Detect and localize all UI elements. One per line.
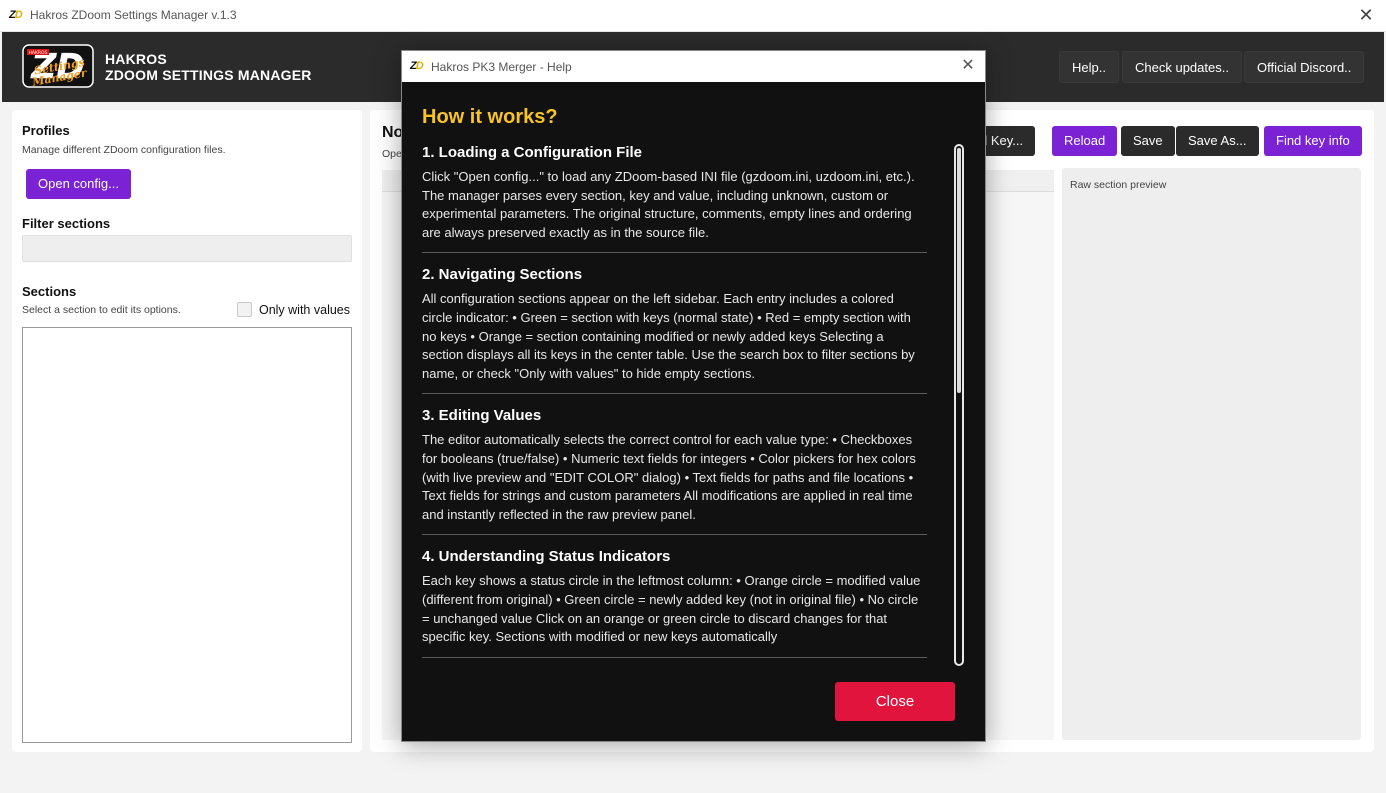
filter-sections-input[interactable] <box>22 235 352 262</box>
reload-button[interactable]: Reload <box>1052 126 1118 156</box>
help-section: 3. Editing Values The editor automatical… <box>422 407 927 536</box>
help-section: 4. Understanding Status Indicators Each … <box>422 548 927 658</box>
only-with-values-checkbox[interactable] <box>236 302 252 317</box>
help-section-body: Click "Open config..." to load any ZDoom… <box>422 169 915 240</box>
help-content[interactable]: 1. Loading a Configuration File Click "O… <box>422 144 927 666</box>
only-with-values-toggle[interactable]: Only with values <box>236 302 350 317</box>
help-section-body: The editor automatically selects the cor… <box>422 432 916 522</box>
help-heading: How it works? <box>422 106 558 128</box>
filter-sections-title: Filter sections <box>22 216 111 231</box>
find-key-info-button[interactable]: Find key info <box>1264 126 1362 156</box>
sections-title: Sections <box>22 284 77 299</box>
window-close-icon[interactable]: ✕ <box>1354 4 1378 28</box>
only-with-values-label: Only with values <box>258 302 350 317</box>
help-dialog: ZD Hakros PK3 Merger - Help ✕ How it wor… <box>401 50 986 742</box>
help-section: 2. Navigating Sections All configuration… <box>422 266 927 395</box>
window-titlebar: ZD Hakros ZDoom Settings Manager v.1.3 ✕ <box>0 0 1386 32</box>
brand-line-2: ZDOOM SETTINGS MANAGER <box>105 67 312 83</box>
help-dialog-title: Hakros PK3 Merger - Help <box>431 60 572 74</box>
help-dialog-titlebar: ZD Hakros PK3 Merger - Help ✕ <box>402 51 985 82</box>
sections-subtitle: Select a section to edit its options. <box>22 304 181 316</box>
save-as-button[interactable]: Save As... <box>1176 126 1259 156</box>
help-close-button[interactable]: Close <box>835 682 955 721</box>
brand-line-1: HAKROS <box>105 51 167 67</box>
open-config-button[interactable]: Open config... <box>26 169 131 199</box>
help-scrollbar-thumb[interactable] <box>957 148 961 393</box>
svg-text:HAKROS: HAKROS <box>29 50 48 56</box>
help-dialog-close-icon[interactable]: ✕ <box>957 55 979 77</box>
help-section-body: All configuration sections appear on the… <box>422 291 915 381</box>
section-subtitle: Ope <box>382 148 402 160</box>
help-section-title: 1. Loading a Configuration File <box>422 144 642 161</box>
help-button[interactable]: Help.. <box>1059 51 1119 83</box>
sections-list[interactable] <box>22 327 352 743</box>
raw-section-preview-label: Raw section preview <box>1070 179 1167 191</box>
left-sidebar: Profiles Manage different ZDoom configur… <box>12 110 362 752</box>
zd-settings-manager-logo-icon: ZD HAKROS Settings Manager <box>22 44 94 88</box>
help-section-title: 2. Navigating Sections <box>422 266 583 284</box>
raw-section-preview[interactable]: Raw section preview <box>1062 168 1361 740</box>
help-section-title: 3. Editing Values <box>422 407 542 425</box>
app-logo-icon: ZD <box>9 9 23 21</box>
brand-title: HAKROS ZDOOM SETTINGS MANAGER <box>105 51 312 83</box>
profiles-title: Profiles <box>22 123 70 138</box>
profiles-subtitle: Manage different ZDoom configuration fil… <box>22 144 226 156</box>
help-section-body: Each key shows a status circle in the le… <box>422 573 921 645</box>
check-updates-button[interactable]: Check updates.. <box>1122 51 1242 83</box>
official-discord-button[interactable]: Official Discord.. <box>1244 51 1365 83</box>
help-section-title: 4. Understanding Status Indicators <box>422 548 671 566</box>
window-title: Hakros ZDoom Settings Manager v.1.3 <box>30 8 237 22</box>
help-dialog-logo-icon: ZD <box>410 60 424 72</box>
help-section: 1. Loading a Configuration File Click "O… <box>422 144 927 254</box>
save-button[interactable]: Save <box>1121 126 1175 156</box>
